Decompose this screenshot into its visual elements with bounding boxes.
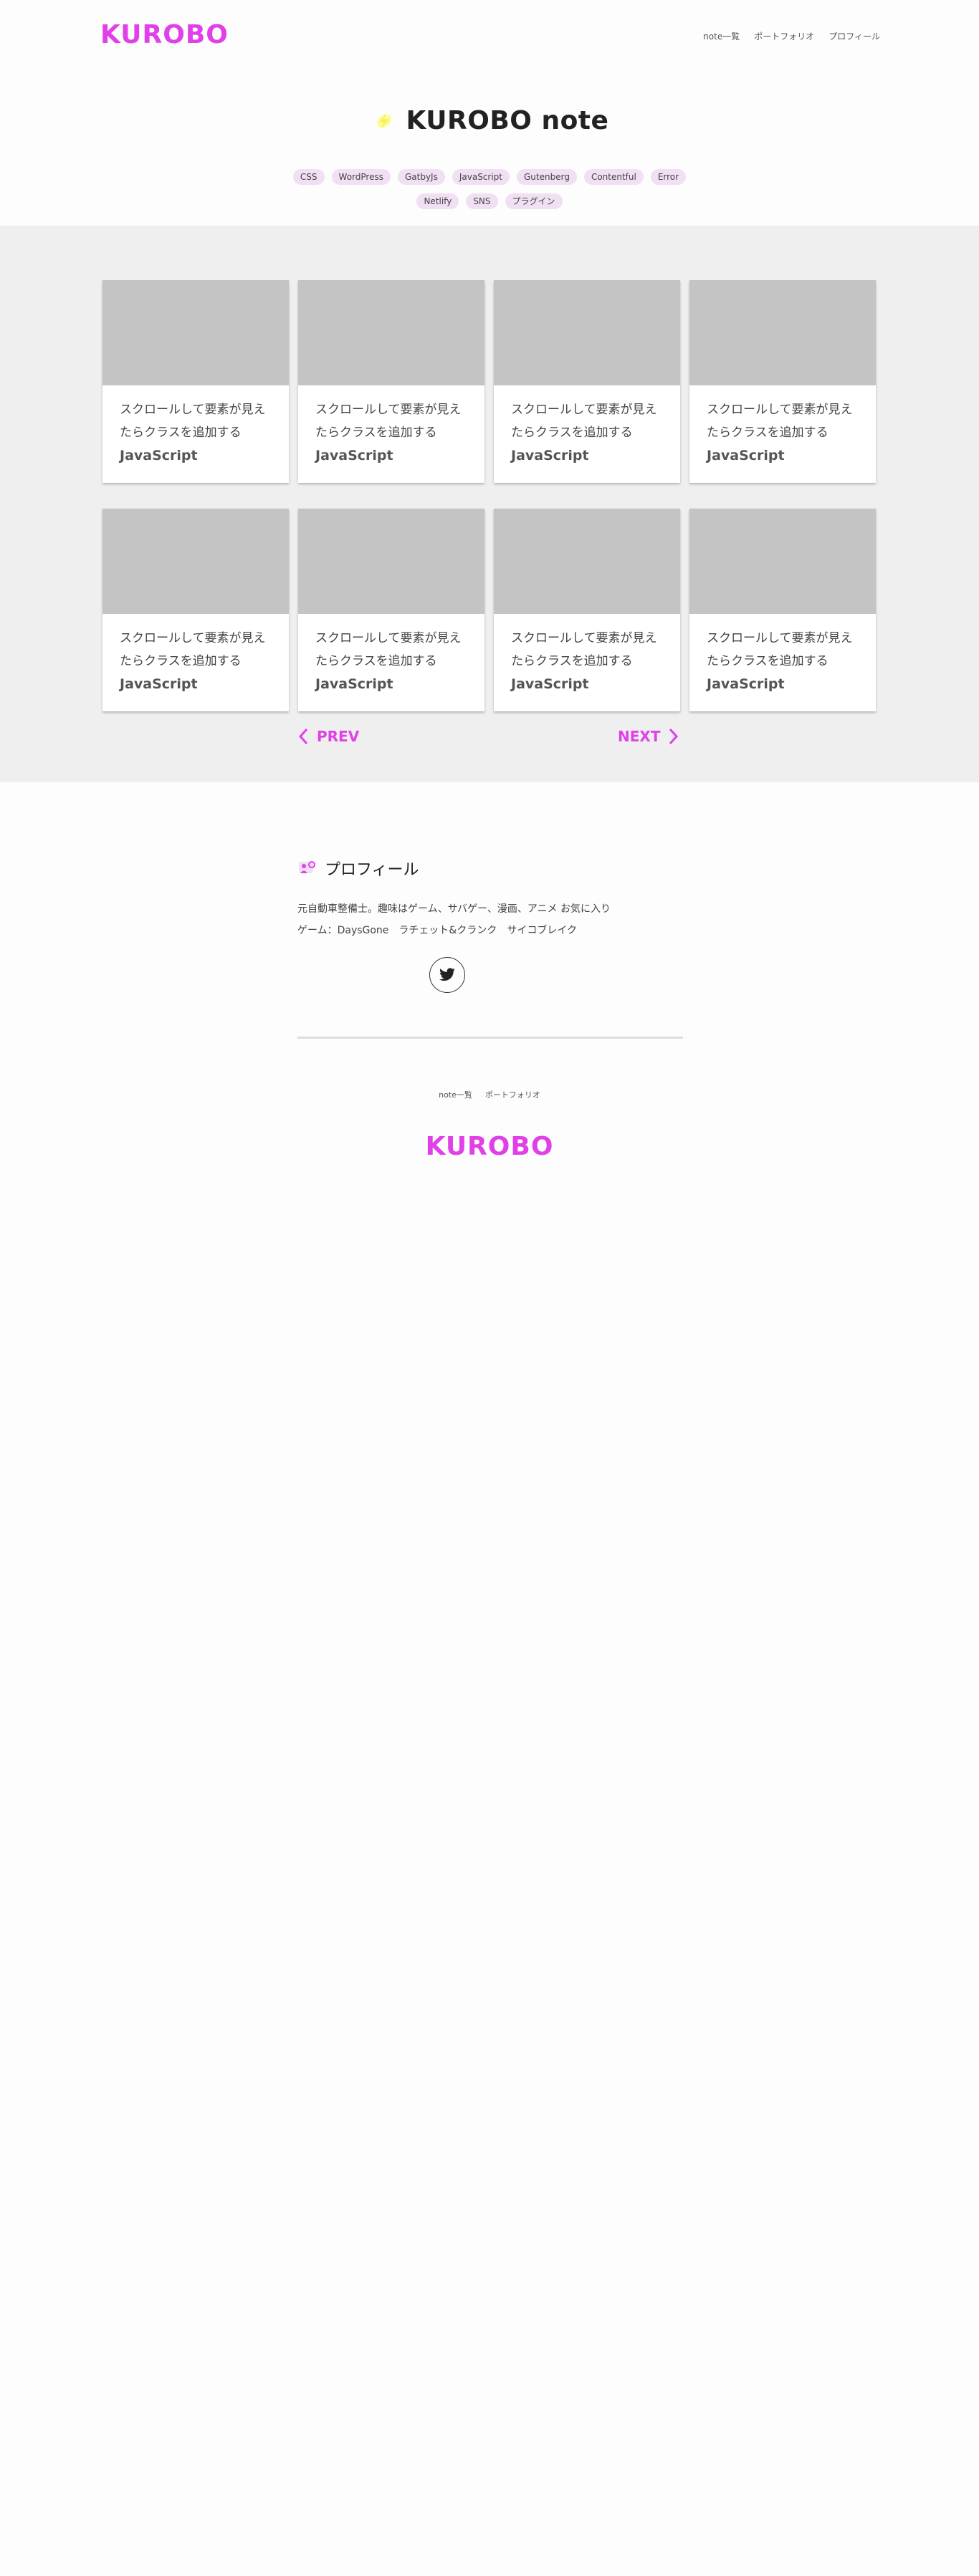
post-category: JavaScript bbox=[315, 676, 393, 692]
post-card[interactable]: スクロールして要素が見えたらクラスを追加する JavaScript bbox=[689, 280, 876, 483]
tag-list: CSS WordPress GatbyJs JavaScript Gutenbe… bbox=[274, 169, 705, 209]
post-title: スクロールして要素が見えたらクラスを追加する bbox=[120, 631, 266, 668]
post-card[interactable]: スクロールして要素が見えたらクラスを追加する JavaScript bbox=[102, 280, 289, 483]
hero: KUROBO note bbox=[0, 106, 979, 135]
twitter-link[interactable] bbox=[429, 957, 465, 993]
profile-icon bbox=[299, 861, 315, 873]
chevron-right-icon bbox=[669, 728, 679, 745]
post-thumbnail bbox=[689, 509, 876, 614]
post-title: スクロールして要素が見えたらクラスを追加する bbox=[315, 403, 462, 440]
post-thumbnail bbox=[689, 280, 876, 385]
profile-bio: 元自動車整備士。趣味はゲーム、サバゲー、漫画、アニメ お気に入り ゲーム：Day… bbox=[297, 898, 684, 941]
site-header: KUROBO note一覧 ポートフォリオ プロフィール bbox=[0, 0, 979, 72]
footer-nav-portfolio[interactable]: ポートフォリオ bbox=[485, 1089, 540, 1100]
next-label: NEXT bbox=[618, 728, 661, 745]
tag-contentful[interactable]: Contentful bbox=[583, 169, 644, 185]
post-thumbnail bbox=[298, 280, 484, 385]
page-title: KUROBO note bbox=[406, 106, 609, 135]
site-logo[interactable]: KUROBO bbox=[100, 20, 229, 49]
nav-item-portfolio[interactable]: ポートフォリオ bbox=[754, 30, 814, 42]
lightning-icon bbox=[376, 112, 391, 130]
tag-css[interactable]: CSS bbox=[292, 169, 325, 185]
post-thumbnail bbox=[102, 509, 289, 614]
footer-nav-note-list[interactable]: note一覧 bbox=[439, 1089, 472, 1100]
post-card[interactable]: スクロールして要素が見えたらクラスを追加する JavaScript bbox=[494, 509, 680, 711]
post-category: JavaScript bbox=[707, 448, 785, 463]
tag-netlify[interactable]: Netlify bbox=[416, 193, 459, 209]
tag-gutenberg[interactable]: Gutenberg bbox=[517, 169, 577, 185]
post-card[interactable]: スクロールして要素が見えたらクラスを追加する JavaScript bbox=[689, 509, 876, 711]
post-thumbnail bbox=[494, 509, 680, 614]
profile-section: プロフィール 元自動車整備士。趣味はゲーム、サバゲー、漫画、アニメ お気に入り … bbox=[297, 857, 684, 993]
profile-bio-line-1: 元自動車整備士。趣味はゲーム、サバゲー、漫画、アニメ お気に入り bbox=[297, 903, 611, 915]
tag-gatbyjs[interactable]: GatbyJs bbox=[397, 169, 445, 185]
main-nav: note一覧 ポートフォリオ プロフィール bbox=[703, 30, 880, 42]
post-thumbnail bbox=[494, 280, 680, 385]
tag-error[interactable]: Error bbox=[650, 169, 687, 185]
twitter-icon bbox=[439, 968, 455, 981]
post-card[interactable]: スクロールして要素が見えたらクラスを追加する JavaScript bbox=[494, 280, 680, 483]
post-list-section: スクロールして要素が見えたらクラスを追加する JavaScript スクロールし… bbox=[0, 226, 979, 782]
post-title: スクロールして要素が見えたらクラスを追加する bbox=[707, 631, 853, 668]
post-title: スクロールして要素が見えたらクラスを追加する bbox=[120, 403, 266, 440]
post-thumbnail bbox=[298, 509, 484, 614]
profile-bio-line-2: ゲーム：DaysGone ラチェット&クランク サイコブレイク bbox=[297, 925, 578, 936]
prev-page-link[interactable]: PREV bbox=[297, 727, 359, 746]
footer-nav: note一覧 ポートフォリオ bbox=[0, 1089, 979, 1100]
section-divider bbox=[297, 1037, 683, 1039]
post-category: JavaScript bbox=[120, 676, 198, 692]
tag-wordpress[interactable]: WordPress bbox=[331, 169, 391, 185]
post-title: スクロールして要素が見えたらクラスを追加する bbox=[511, 631, 657, 668]
post-card[interactable]: スクロールして要素が見えたらクラスを追加する JavaScript bbox=[298, 509, 484, 711]
post-category: JavaScript bbox=[511, 448, 589, 463]
post-thumbnail bbox=[102, 280, 289, 385]
footer-logo[interactable]: KUROBO bbox=[0, 1132, 979, 1161]
post-category: JavaScript bbox=[120, 448, 198, 463]
post-category: JavaScript bbox=[707, 676, 785, 692]
chevron-left-icon bbox=[298, 728, 308, 745]
post-category: JavaScript bbox=[315, 448, 393, 463]
post-title: スクロールして要素が見えたらクラスを追加する bbox=[315, 631, 462, 668]
nav-item-profile[interactable]: プロフィール bbox=[828, 30, 880, 42]
profile-heading: プロフィール bbox=[325, 861, 419, 879]
post-category: JavaScript bbox=[511, 676, 589, 692]
post-title: スクロールして要素が見えたらクラスを追加する bbox=[511, 403, 657, 440]
post-card[interactable]: スクロールして要素が見えたらクラスを追加する JavaScript bbox=[298, 280, 484, 483]
tag-plugin[interactable]: プラグイン bbox=[505, 193, 563, 209]
nav-item-note-list[interactable]: note一覧 bbox=[703, 30, 740, 42]
post-title: スクロールして要素が見えたらクラスを追加する bbox=[707, 403, 853, 440]
post-grid: スクロールして要素が見えたらクラスを追加する JavaScript スクロールし… bbox=[102, 280, 877, 711]
prev-label: PREV bbox=[317, 728, 360, 745]
post-card[interactable]: スクロールして要素が見えたらクラスを追加する JavaScript bbox=[102, 509, 289, 711]
tag-sns[interactable]: SNS bbox=[466, 193, 498, 209]
next-page-link[interactable]: NEXT bbox=[618, 727, 680, 746]
tag-javascript[interactable]: JavaScript bbox=[452, 169, 510, 185]
